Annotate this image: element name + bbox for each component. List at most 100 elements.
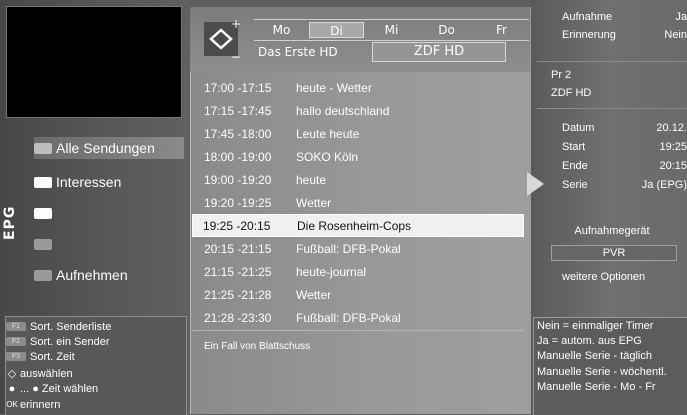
menu-label: Interessen bbox=[56, 174, 122, 190]
program-title: Leute heute bbox=[296, 127, 360, 141]
record-key-icon bbox=[34, 269, 52, 281]
program-time: 17:15 -17:45 bbox=[204, 104, 272, 118]
recording-value: Ja bbox=[675, 11, 687, 23]
end-value: 20:15 bbox=[659, 160, 687, 172]
blue-key-icon bbox=[34, 238, 52, 250]
series-value: Ja (EPG) bbox=[641, 179, 687, 191]
help-line: F2 Sort. ein Sender bbox=[6, 335, 110, 348]
left-right-key-icon: ● bbox=[8, 382, 16, 395]
program-time: 20:15 -21:15 bbox=[204, 242, 272, 256]
ok-key-icon: OK bbox=[6, 400, 18, 409]
help-text: Sort. ein Sender bbox=[30, 335, 110, 348]
divider bbox=[537, 61, 687, 62]
divider bbox=[192, 330, 524, 331]
program-title: Wetter bbox=[296, 288, 332, 302]
tab-day-mo[interactable]: Mo bbox=[254, 21, 309, 39]
program-row[interactable]: 17:45 -18:00 Leute heute bbox=[192, 123, 524, 145]
menu-blank-1[interactable] bbox=[34, 202, 184, 224]
program-title: heute - Wetter bbox=[296, 81, 372, 95]
tv-preview bbox=[6, 6, 182, 118]
program-row[interactable]: 17:00 -17:15 heute - Wetter bbox=[192, 77, 524, 99]
menu-all-programs[interactable]: Alle Sendungen bbox=[34, 137, 184, 159]
svg-text:−: − bbox=[231, 50, 241, 62]
program-description: Ein Fall von Blattschuss bbox=[204, 341, 311, 352]
program-title: Fußball: DFB-Pokal bbox=[296, 242, 401, 256]
help-text: auswählen bbox=[20, 367, 73, 380]
help-line: ● ... ● Zeit wählen bbox=[6, 382, 99, 395]
program-title: Die Rosenheim-Cops bbox=[297, 218, 412, 233]
program-row[interactable]: 20:15 -21:15 Fußball: DFB-Pokal bbox=[192, 238, 524, 260]
recording-setting[interactable]: Aufnahme Ja bbox=[562, 9, 687, 25]
start-label: Start bbox=[562, 141, 586, 153]
legend-item: Manuelle Serie - Mo - Fr bbox=[537, 381, 656, 393]
menu-label: Aufnehmen bbox=[56, 267, 128, 283]
series-field[interactable]: Serie Ja (EPG) bbox=[562, 177, 687, 193]
program-row-selected[interactable]: 19:25 -20:15 Die Rosenheim-Cops bbox=[192, 214, 524, 237]
legend-item: Manuelle Serie - täglich bbox=[537, 350, 652, 362]
f3-key-icon: F3 bbox=[6, 352, 26, 361]
program-time: 19:25 -20:15 bbox=[203, 218, 271, 233]
program-time: 19:00 -19:20 bbox=[204, 173, 272, 187]
recording-device-label: Aufnahmegerät bbox=[574, 225, 650, 237]
program-number: Pr 2 bbox=[551, 69, 572, 81]
help-line: ◇ auswählen bbox=[6, 367, 73, 381]
day-selector: Mo Di Mi Do Fr bbox=[254, 19, 529, 41]
menu-interests[interactable]: Interessen bbox=[34, 171, 184, 193]
tab-day-di[interactable]: Di bbox=[309, 22, 364, 38]
program-time: 21:28 -23:30 bbox=[204, 311, 272, 325]
current-channel[interactable]: ZDF HD bbox=[372, 42, 506, 62]
program-row[interactable]: 18:00 -19:00 SOKO Köln bbox=[192, 146, 524, 168]
reminder-setting[interactable]: Erinnerung Nein bbox=[562, 27, 687, 43]
previous-channel[interactable]: Das Erste HD bbox=[254, 45, 372, 59]
program-title: heute bbox=[296, 173, 327, 187]
program-title: hallo deutschland bbox=[296, 104, 390, 118]
help-text: Sort. Zeit bbox=[30, 350, 75, 363]
green-key-icon bbox=[34, 176, 52, 188]
yellow-key-icon bbox=[34, 207, 52, 219]
red-key-icon bbox=[34, 142, 52, 154]
help-line: OK erinnern bbox=[6, 398, 60, 411]
program-time: 17:00 -17:15 bbox=[204, 81, 272, 95]
more-options-button[interactable]: weitere Optionen bbox=[562, 271, 645, 283]
date-label: Datum bbox=[562, 122, 595, 134]
help-text: erinnern bbox=[20, 398, 61, 411]
program-time: 17:45 -18:00 bbox=[204, 127, 272, 141]
program-row[interactable]: 17:15 -17:45 hallo deutschland bbox=[192, 100, 524, 122]
svg-text:+: + bbox=[231, 18, 241, 31]
program-title: Fußball: DFB-Pokal bbox=[296, 311, 401, 325]
menu-label: Alle Sendungen bbox=[56, 140, 155, 156]
tab-day-mi[interactable]: Mi bbox=[364, 21, 419, 39]
recording-label: Aufnahme bbox=[562, 11, 613, 23]
program-row[interactable]: 19:00 -19:20 heute bbox=[192, 169, 524, 191]
reminder-value: Nein bbox=[664, 29, 687, 41]
program-time: 21:25 -21:28 bbox=[204, 288, 272, 302]
menu-blank-2[interactable] bbox=[34, 233, 184, 255]
program-time: 21:15 -21:25 bbox=[204, 265, 272, 279]
f1-key-icon: F1 bbox=[6, 322, 26, 331]
f2-key-icon: F2 bbox=[6, 337, 26, 346]
legend-item: Ja = autom. aus EPG bbox=[537, 335, 642, 347]
diamond-nav-icon: ◇ bbox=[7, 368, 17, 380]
help-text: Sort. Senderliste bbox=[30, 320, 112, 333]
channel-nav-icon: + − bbox=[204, 18, 241, 62]
program-row[interactable]: 21:28 -23:30 Fußball: DFB-Pokal bbox=[192, 307, 524, 329]
end-label: Ende bbox=[562, 160, 588, 172]
tab-day-do[interactable]: Do bbox=[419, 21, 474, 39]
program-title: Wetter bbox=[296, 196, 332, 210]
play-arrow-icon bbox=[527, 172, 544, 196]
epg-label: EPG bbox=[2, 205, 18, 240]
series-label: Serie bbox=[562, 179, 588, 191]
reminder-label: Erinnerung bbox=[562, 29, 616, 41]
program-title: heute-journal bbox=[296, 265, 367, 279]
menu-record[interactable]: Aufnehmen bbox=[34, 264, 184, 286]
program-row[interactable]: 19:20 -19:25 Wetter bbox=[192, 192, 524, 214]
start-field: Start 19:25 bbox=[562, 139, 687, 155]
end-field: Ende 20:15 bbox=[562, 158, 687, 174]
start-value: 19:25 bbox=[659, 141, 687, 153]
program-time: 18:00 -19:00 bbox=[204, 150, 272, 164]
tab-day-fr[interactable]: Fr bbox=[474, 21, 529, 39]
recording-device-select[interactable]: PVR bbox=[551, 245, 677, 261]
program-row[interactable]: 21:15 -21:25 heute-journal bbox=[192, 261, 524, 283]
program-row[interactable]: 21:25 -21:28 Wetter bbox=[192, 284, 524, 306]
legend-item: Manuelle Serie - wöchentl. bbox=[537, 366, 667, 378]
